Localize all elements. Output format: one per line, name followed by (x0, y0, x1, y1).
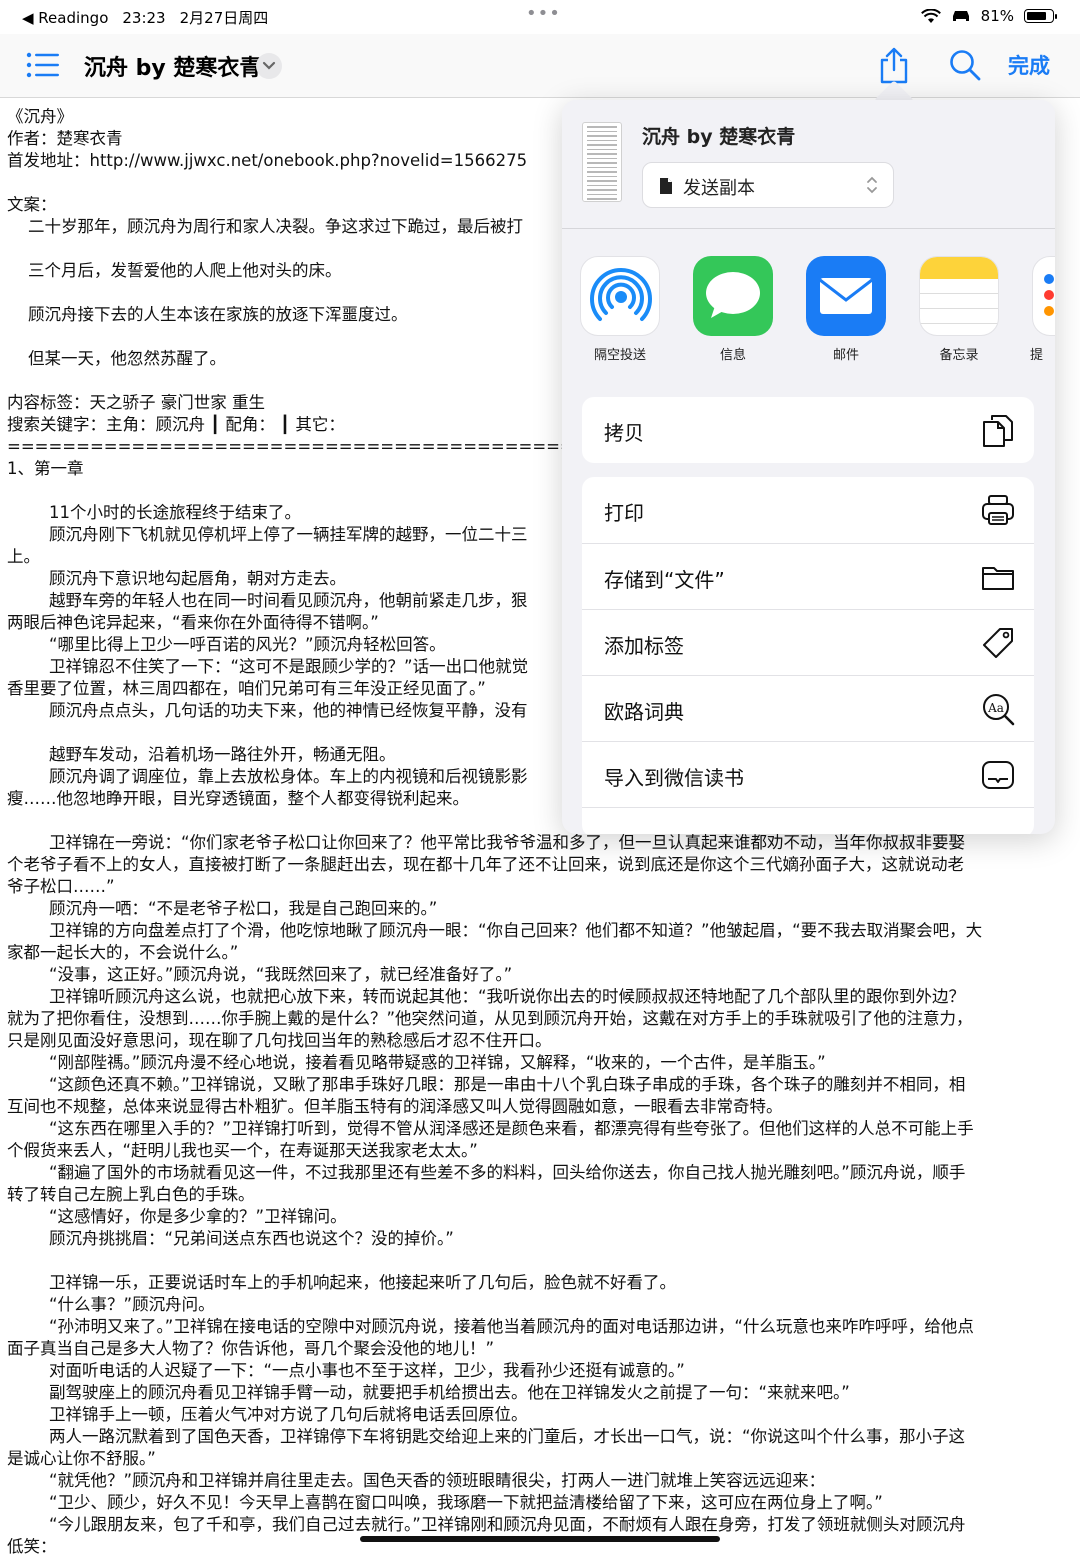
document-thumbnail (582, 122, 622, 202)
document-line: 互间也不规整，总体来说显得古朴粗犷。但羊脂玉特有的润泽感又叫人觉得圆融如意，一眼… (7, 1097, 783, 1116)
car-icon (952, 11, 969, 21)
notes-icon (919, 256, 999, 336)
document-line: 个假货来丢人，“赶明儿我也买一个，在寿诞那天送我家老太太。” (7, 1141, 478, 1160)
chevron-down-icon (262, 61, 276, 70)
share-sheet-header: 沉舟 by 楚寒衣青 发送副本 (562, 100, 1055, 228)
document-line: “没事，这正好。”顾沉舟说，“我既然回来了，就已经准备好了。” (7, 965, 513, 984)
reminders-icon (1032, 256, 1055, 336)
document-icon (660, 178, 672, 194)
document-line: “刚部陛禡。”顾沉舟漫不经心地说，接着看见略带疑惑的卫祥锦，又解释，“收来的，一… (7, 1053, 826, 1072)
action-more-partial[interactable] (582, 807, 1034, 834)
divider (562, 228, 1055, 229)
share-app-mail[interactable]: 邮件 (804, 256, 888, 363)
back-to-app-link[interactable]: ◀ Readingo (22, 9, 108, 27)
share-app-reminders[interactable]: 提 (1030, 256, 1055, 363)
status-time: 23:23 (122, 8, 166, 27)
document-line: 面子真当自己是多大人物了？你告诉他，哥几个聚会没他的地儿！” (7, 1339, 495, 1358)
wechat-read-icon (982, 761, 1014, 789)
battery-icon (1024, 9, 1057, 23)
printer-icon (982, 495, 1014, 525)
document-line: 家都一起长大的，不会说什么。” (7, 943, 239, 962)
action-label: 拷贝 (604, 421, 644, 445)
document-line: 顾沉舟挑挑眉：“兄弟间送点东西也说这个？没的掉价。” (7, 1229, 454, 1248)
home-indicator[interactable] (360, 1536, 720, 1542)
document-line: “孙沛明又来了。”卫祥锦在接电话的空隙中对顾沉舟说，接着他当着顾沉舟的面对电话那… (7, 1317, 974, 1336)
mail-icon (806, 256, 886, 336)
document-line: “就凭他？”顾沉舟和卫祥锦并肩往里走去。国色天香的领班眼睛很尖，打两人一进门就堆… (7, 1471, 826, 1490)
document-line: “什么事？”顾沉舟问。 (7, 1295, 215, 1314)
document-line: 顾沉舟一哂：“不是老爷子松口，我是自己跑回来的。” (7, 899, 438, 918)
copy-action-group: 拷贝 (582, 397, 1034, 463)
send-copy-selector[interactable]: 发送副本 (642, 162, 894, 208)
status-bar: ◀ Readingo 23:23 2月27日周四 ••• 81% (0, 0, 1080, 34)
share-sheet: 沉舟 by 楚寒衣青 发送副本 隔空投送 信息 邮件 备忘录 提 拷贝 打印 存… (562, 100, 1055, 834)
document-line: 是诚心让你不舒服。” (7, 1449, 156, 1468)
document-line: 转了转自己左腕上乳白色的手珠。 (7, 1185, 255, 1204)
document-line: 就为了把你看住，没想到……你手腕上戴的是什么？”他突然问道，从见到顾沉舟开始，这… (7, 1009, 973, 1028)
svg-text:Aa: Aa (987, 701, 1004, 715)
action-eudic[interactable]: 欧路词典 Aa (582, 675, 1034, 741)
share-app-messages[interactable]: 信息 (691, 256, 775, 363)
document-line: 个老爷子看不上的女人，直接被打断了一条腿赶出去，现在都十几年了还不让回来，说到底… (7, 855, 964, 874)
share-app-name: 备忘录 (939, 348, 979, 363)
battery-level (1027, 12, 1046, 20)
wifi-icon (920, 8, 941, 23)
folder-icon (982, 567, 1014, 590)
status-date: 2月27日周四 (179, 9, 269, 27)
document-title[interactable]: 沉舟 by 楚寒衣青 (84, 50, 261, 82)
document-line: 副驾驶座上的顾沉舟看见卫祥锦手臂一动，就要把手机给掼出去。他在卫祥锦发火之前提了… (7, 1383, 850, 1402)
action-label: 打印 (604, 501, 644, 525)
dictionary-icon: Aa (983, 694, 1015, 726)
action-list: 打印 存储到“文件” 添加标签 欧路词典 Aa 导入到微信读书 (582, 477, 1034, 834)
share-app-notes[interactable]: 备忘录 (917, 256, 1001, 363)
battery-percent: 81% (980, 7, 1014, 25)
action-label: 导入到微信读书 (604, 766, 744, 790)
document-line: 卫祥锦手上一顿，压着火气冲对方说了几句后就将电话丢回原位。 (7, 1405, 528, 1424)
document-line: “这东西在哪里入手的？”卫祥锦打听到，觉得不管从润泽感还是颜色来看，都漂亮得有些… (7, 1119, 974, 1138)
search-icon[interactable] (948, 48, 982, 82)
action-add-tag[interactable]: 添加标签 (582, 609, 1034, 675)
nav-bar: 沉舟 by 楚寒衣青 完成 (0, 34, 1080, 98)
document-line: “这颜色还真不赖。”卫祥锦说，又瞅了那串手珠好几眼：那是一串由十八个乳白珠子串成… (7, 1075, 966, 1094)
document-line: 卫祥锦在一旁说：“你们家老爷子松口让你回来了？他平常比我爷爷温和多了，但一旦认真… (7, 833, 966, 852)
share-app-name: 信息 (719, 348, 746, 363)
document-line: 只是刚见面没好意思问，现在聊了几句找回当年的熟稔感后才忍不住开口。 (7, 1031, 552, 1050)
document-line: 卫祥锦的方向盘差点打了个滑，他吃惊地瞅了顾沉舟一眼：“你自己回来？他们都不知道？… (7, 921, 983, 940)
document-line: 卫祥锦听顾沉舟这么说，也就把心放下来，转而说起其他：“我听说你出去的时候顾叔叔还… (7, 987, 966, 1006)
messages-icon (693, 256, 773, 336)
share-file-title: 沉舟 by 楚寒衣青 (642, 126, 796, 148)
document-line (7, 1250, 1073, 1272)
action-label: 存储到“文件” (604, 568, 725, 592)
send-copy-label: 发送副本 (683, 178, 755, 199)
document-line: “翻遍了国外的市场就看见这一件，不过我那里还有些差不多的料料，回头给你送去，你自… (7, 1163, 966, 1182)
action-print[interactable]: 打印 (582, 477, 1034, 543)
action-save-to-files[interactable]: 存储到“文件” (582, 543, 1034, 609)
share-app-name: 隔空投送 (593, 348, 646, 363)
table-of-contents-icon[interactable] (26, 52, 60, 78)
action-label: 添加标签 (604, 634, 684, 658)
copy-icon (983, 415, 1013, 447)
document-line: 卫祥锦一乐，正要说话时车上的手机响起来，他接起来听了几句后，脸色就不好看了。 (7, 1273, 676, 1292)
share-app-name: 提 (1030, 348, 1044, 363)
title-menu-button[interactable] (256, 53, 282, 79)
action-copy[interactable]: 拷贝 (582, 397, 1034, 463)
multitasking-dots-icon[interactable]: ••• (526, 3, 561, 24)
action-wechat-read[interactable]: 导入到微信读书 (582, 741, 1034, 807)
document-line: “卫少、顾少，好久不见！今天早上喜鹊在窗口叫唤，我琢磨一下就把益清楼给留了下来，… (7, 1493, 883, 1512)
document-line: 对面听电话的人迟疑了一下：“一点小事也不至于这样，卫少，我看孙少还挺有诚意的。” (7, 1361, 685, 1380)
tag-icon (983, 628, 1013, 658)
document-line: “今儿跟朋友来，包了千和亭，我们自己过去就行。”卫祥锦刚和顾沉舟见面，不耐烦有人… (7, 1515, 966, 1534)
action-label: 欧路词典 (604, 700, 684, 724)
chevron-up-down-icon (867, 176, 877, 194)
airdrop-icon (580, 256, 660, 336)
document-line: 两人一路沉默着到了国色天香，卫祥锦停下车将钥匙交给迎上来的门童后，才长出一口气，… (7, 1427, 966, 1446)
document-line: 爷子松口……” (7, 877, 115, 896)
share-icon[interactable] (876, 46, 912, 84)
done-button[interactable]: 完成 (1008, 50, 1050, 80)
document-line: “这感情好，你是多少拿的？”卫祥锦问。 (7, 1207, 347, 1226)
share-app-airdrop[interactable]: 隔空投送 (578, 256, 662, 363)
share-app-row: 隔空投送 信息 邮件 备忘录 提 (562, 256, 1055, 366)
share-app-name: 邮件 (832, 348, 859, 363)
